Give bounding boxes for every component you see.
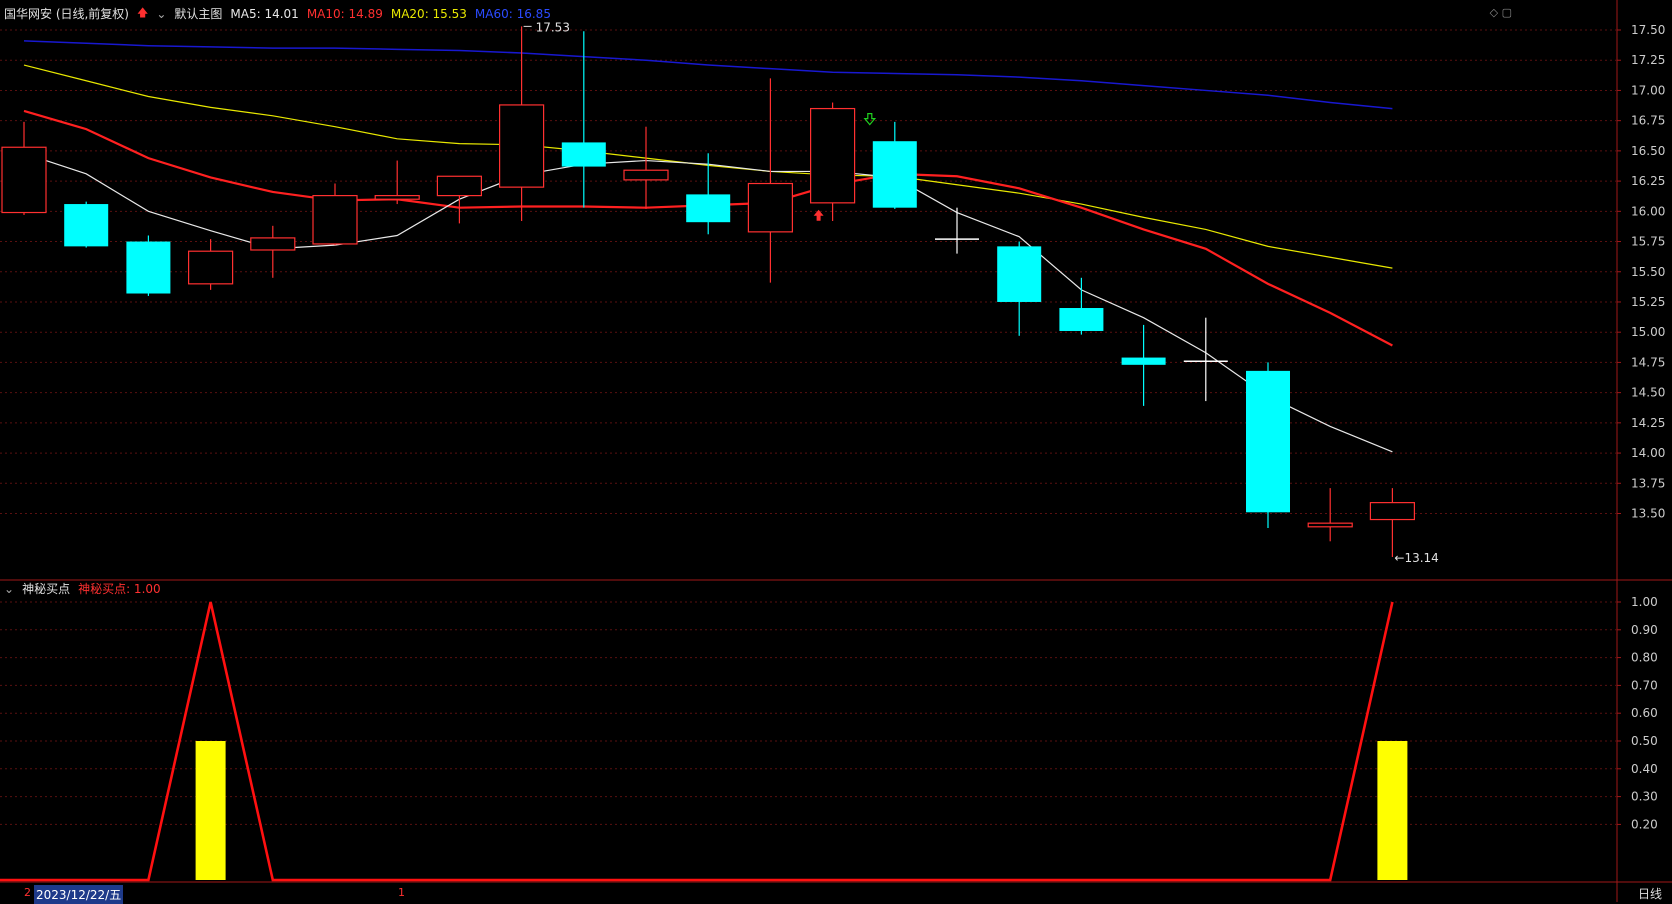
main-chart-legend: 国华网安 (日线,前复权) 🡅 ⌄ 默认主图 MA5: 14.01 MA10: … bbox=[4, 4, 551, 23]
ma10-label: MA10: 14.89 bbox=[306, 6, 383, 21]
date-cursor: 2023/12/22/五 bbox=[34, 885, 124, 904]
y-tick-label: 16.50 bbox=[1631, 144, 1665, 158]
y-tick-label: 13.50 bbox=[1631, 507, 1665, 521]
indicator-legend: ⌄ 神秘买点 神秘买点: 1.00 bbox=[4, 580, 161, 597]
y-tick-label: 14.50 bbox=[1631, 386, 1665, 400]
indicator-dropdown-icon[interactable]: ⌄ bbox=[4, 582, 14, 596]
y-tick-label: 13.75 bbox=[1631, 476, 1665, 490]
stock-title[interactable]: 国华网安 (日线,前复权) bbox=[4, 5, 129, 22]
diamond-icon[interactable]: ◇ bbox=[1490, 6, 1498, 19]
candle-body[interactable] bbox=[623, 169, 669, 181]
window-controls: ◇ ▢ bbox=[1490, 6, 1512, 19]
indicator-bar[interactable] bbox=[195, 741, 226, 880]
y-tick-label: 14.75 bbox=[1631, 355, 1665, 369]
ma5-label: MA5: 14.01 bbox=[230, 6, 299, 21]
candle-body[interactable] bbox=[1307, 522, 1353, 528]
y-tick-label: 0.60 bbox=[1631, 706, 1658, 720]
y-tick-label: 16.75 bbox=[1631, 114, 1665, 128]
y-tick-label: 17.25 bbox=[1631, 53, 1665, 67]
candle-body[interactable] bbox=[1, 146, 47, 214]
y-tick-label: 17.00 bbox=[1631, 83, 1665, 97]
y-tick-label: 0.90 bbox=[1631, 623, 1658, 637]
y-tick-label: 14.00 bbox=[1631, 446, 1665, 460]
candle-body[interactable] bbox=[436, 175, 482, 197]
candle-body[interactable] bbox=[64, 204, 109, 247]
y-tick-label: 1.00 bbox=[1631, 595, 1658, 609]
y-tick-label: 0.80 bbox=[1631, 651, 1658, 665]
indicator-name[interactable]: 神秘买点 bbox=[22, 580, 70, 597]
y-tick-label: 15.25 bbox=[1631, 295, 1665, 309]
low-price-label: ←13.14 bbox=[1394, 551, 1438, 565]
candle-body[interactable] bbox=[872, 141, 917, 208]
candle-body[interactable] bbox=[997, 246, 1042, 302]
y-tick-label: 0.70 bbox=[1631, 678, 1658, 692]
y-tick-label: 15.50 bbox=[1631, 265, 1665, 279]
candle-body[interactable] bbox=[747, 182, 794, 233]
candle-body[interactable] bbox=[686, 194, 731, 223]
stock-chart[interactable]: 17.50 17.25 17.00 16.75 16.50 16.25 16.00 15.75… bbox=[0, 0, 1672, 902]
indicator-value: 神秘买点: 1.00 bbox=[78, 582, 161, 596]
candle-body[interactable] bbox=[499, 104, 545, 188]
candle-body[interactable] bbox=[312, 194, 358, 245]
y-tick-label: 16.25 bbox=[1631, 174, 1665, 188]
candle-body[interactable] bbox=[1369, 502, 1416, 521]
period-label[interactable]: 日线 bbox=[1638, 885, 1662, 902]
y-tick-label: 15.00 bbox=[1631, 325, 1665, 339]
template-dropdown-icon[interactable]: ⌄ bbox=[156, 7, 166, 21]
template-name[interactable]: 默认主图 bbox=[174, 5, 222, 22]
sell-arrow-icon bbox=[863, 113, 877, 126]
candle-body[interactable] bbox=[1059, 308, 1104, 331]
ma60-label: MA60: 16.85 bbox=[474, 6, 551, 21]
y-tick-label: 15.75 bbox=[1631, 235, 1665, 249]
ma60-line bbox=[23, 40, 1393, 110]
candle-body[interactable] bbox=[250, 237, 296, 251]
restore-icon[interactable]: ▢ bbox=[1502, 6, 1512, 19]
y-tick-label: 14.25 bbox=[1631, 416, 1665, 430]
candle-body[interactable] bbox=[188, 250, 234, 285]
candle-body[interactable] bbox=[374, 194, 420, 200]
y-tick-label: 0.20 bbox=[1631, 817, 1658, 831]
candle-body[interactable] bbox=[561, 142, 606, 167]
ma20-label: MA20: 15.53 bbox=[390, 6, 467, 21]
candle-body[interactable] bbox=[809, 107, 856, 204]
mid-marker: 1 bbox=[398, 886, 405, 899]
y-tick-label: 0.50 bbox=[1631, 734, 1658, 748]
y-tick-label: 0.30 bbox=[1631, 790, 1658, 804]
y-tick-label: 16.00 bbox=[1631, 204, 1665, 218]
candle-body[interactable] bbox=[126, 241, 171, 294]
left-marker: 2 bbox=[24, 886, 31, 899]
y-tick-label: 0.40 bbox=[1631, 762, 1658, 776]
candle-body[interactable] bbox=[1246, 370, 1290, 513]
indicator-bar[interactable] bbox=[1377, 741, 1408, 880]
candle-body[interactable] bbox=[1121, 357, 1166, 365]
up-arrow-icon: 🡅 bbox=[137, 6, 149, 19]
y-tick-label: 17.50 bbox=[1631, 23, 1665, 37]
